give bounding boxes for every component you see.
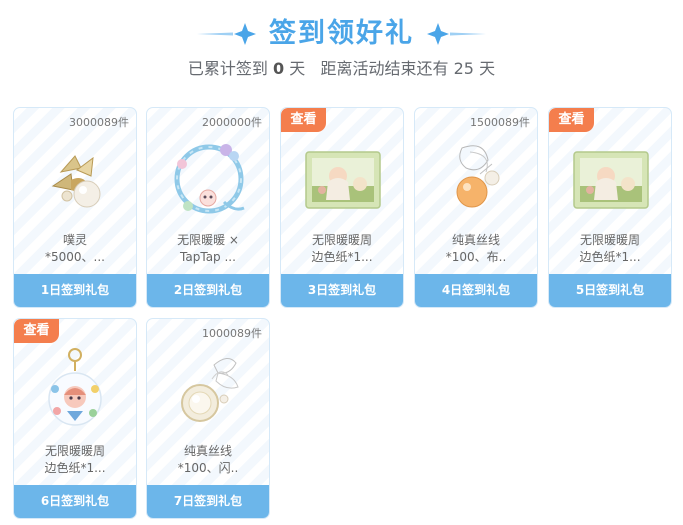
signin-progress: 已累计签到 0 天 距离活动结束还有 25 天 [0,58,683,80]
orange-orb-icon [456,145,500,208]
reward-footer[interactable]: 7日签到礼包 [147,485,269,518]
reward-card-day-1[interactable]: 3000089件 噗灵 *5000、... 1日签到礼包 [13,107,137,308]
reward-footer[interactable]: 5日签到礼包 [549,274,671,307]
reward-name: 无限暖暖 × TapTap ... [155,232,261,268]
reward-footer[interactable]: 1日签到礼包 [14,274,136,307]
reward-name: 噗灵 *5000、... [22,232,128,268]
reward-name-line2: *100、闪.. [177,461,239,475]
view-badge[interactable]: 查看 [281,108,326,132]
reward-name-line2: 边色纸*1... [311,250,373,264]
photo-card-icon [305,151,381,209]
acrylic-keychain-icon [48,348,102,426]
days-signed-count: 0 [273,59,285,78]
reward-name-line2: 边色纸*1... [579,250,641,264]
reward-name-line2: TapTap ... [180,250,236,264]
reward-card-day-7[interactable]: 1000089件 纯真丝线 *100、闪.. 7日签到礼包 [146,318,270,519]
reward-name-line2: *5000、... [45,250,105,264]
view-badge[interactable]: 查看 [549,108,594,132]
reward-name-line1: 纯真丝线 [451,233,500,247]
photo-card-icon [573,151,649,209]
reward-footer[interactable]: 2日签到礼包 [147,274,269,307]
pearl-bell-icon [51,155,101,208]
reward-card-day-5[interactable]: 查看 无限暖暖周 边色纸*1... 5日签到礼包 [548,107,672,308]
title-row: 签到领好礼 [0,14,683,54]
stock-count: 2000000件 [202,116,262,129]
reward-name-line1: 无限暖暖周 [579,233,640,247]
reward-name: 纯真丝线 *100、闪.. [155,443,261,479]
reward-card-day-2[interactable]: 2000000件 无限暖暖 × TapTap ... 2日签到礼包 [146,107,270,308]
progress-unit: 天 [289,59,306,78]
page-title: 签到领好礼 [269,18,414,49]
view-badge[interactable]: 查看 [14,319,59,343]
reward-name-line1: 无限暖暖周 [44,444,105,458]
reward-footer[interactable]: 6日签到礼包 [14,485,136,518]
reward-name-line1: 无限暖暖 × [177,233,239,247]
reward-name: 纯真丝线 *100、布.. [423,232,529,268]
reward-card-day-6[interactable]: 查看 无限暖暖周 边色纸*1... 6日签到礼包 [13,318,137,519]
reward-name-line1: 无限暖暖周 [311,233,372,247]
sparkle-right-icon [427,23,486,45]
reward-name: 无限暖暖周 边色纸*1... [289,232,395,268]
reward-card-day-3[interactable]: 查看 无限暖暖周 边色纸*1... 3日签到礼包 [280,107,404,308]
header: 签到领好礼 已累计签到 0 天 距离活动结束还有 25 天 [0,0,683,90]
reward-footer[interactable]: 3日签到礼包 [281,274,403,307]
stock-count: 1000089件 [202,327,262,340]
reward-name-line2: *100、布.. [445,250,507,264]
reward-name: 无限暖暖周 边色纸*1... [557,232,663,268]
pearl-bow-icon [181,358,239,422]
days-remaining: 距离活动结束还有 25 天 [320,59,496,78]
stock-count: 1500089件 [470,116,530,129]
reward-name-line2: 边色纸*1... [44,461,106,475]
sparkle-left-icon [197,23,256,45]
reward-name-line1: 纯真丝线 [183,444,232,458]
reward-name: 无限暖暖周 边色纸*1... [22,443,128,479]
stock-count: 3000089件 [69,116,129,129]
reward-footer[interactable]: 4日签到礼包 [415,274,537,307]
reward-card-day-4[interactable]: 1500089件 纯真丝线 *100、布.. 4日签到礼包 [414,107,538,308]
progress-prefix: 已累计签到 [187,59,268,78]
floral-frame-icon [174,144,245,214]
reward-name-line1: 噗灵 [62,233,87,247]
